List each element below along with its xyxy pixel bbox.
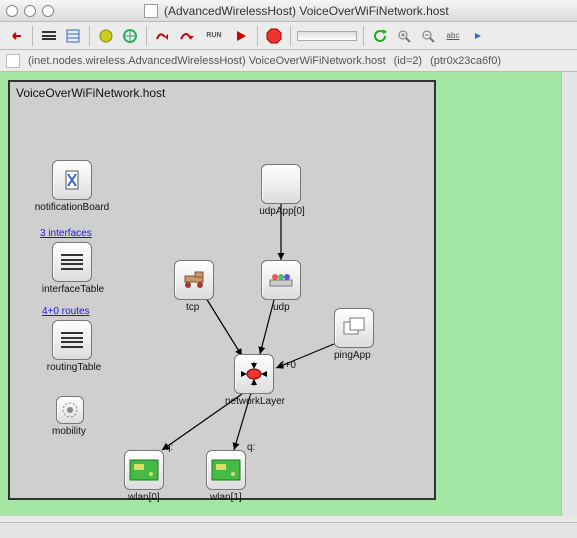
label-wlan0-q: q: xyxy=(165,442,173,453)
horizontal-scrollbar[interactable] xyxy=(0,522,577,538)
listview1-button[interactable] xyxy=(39,26,59,46)
zoom-icon[interactable] xyxy=(42,5,54,17)
module-icon xyxy=(6,54,20,68)
breadcrumb-ptr: (ptr0x23ca6f0) xyxy=(430,55,501,67)
speed-slider[interactable] xyxy=(297,31,357,41)
nav2-button[interactable] xyxy=(120,26,140,46)
run-button[interactable]: RUN xyxy=(201,26,227,46)
module-title: VoiceOverWiFiNetwork.host xyxy=(16,86,165,100)
label-tcp: tcp xyxy=(186,302,199,313)
node-routingTable[interactable] xyxy=(52,320,92,360)
node-udpApp[interactable] xyxy=(261,164,301,204)
nav1-button[interactable] xyxy=(96,26,116,46)
label-networkLayer: networkLayer xyxy=(222,396,288,407)
close-icon[interactable] xyxy=(6,5,18,17)
more-button[interactable] xyxy=(468,26,488,46)
node-interfaceTable[interactable] xyxy=(52,242,92,282)
titlebar: (AdvancedWirelessHost) VoiceOverWiFiNetw… xyxy=(0,0,577,22)
label-networkLayer-count: 4+0 xyxy=(279,360,296,371)
node-udp[interactable] xyxy=(261,260,301,300)
breadcrumb: (inet.nodes.wireless.AdvancedWirelessHos… xyxy=(0,50,577,72)
back-button[interactable] xyxy=(6,26,26,46)
abc-button[interactable]: abc xyxy=(442,26,464,46)
listview2-button[interactable] xyxy=(63,26,83,46)
node-pingApp[interactable] xyxy=(334,308,374,348)
toolbar: RUN abc xyxy=(0,22,577,50)
label-wlan1-q: q: xyxy=(247,442,255,453)
play-button[interactable] xyxy=(231,26,251,46)
link-routingTable[interactable]: 4+0 routes xyxy=(42,306,90,317)
breadcrumb-path: (inet.nodes.wireless.AdvancedWirelessHos… xyxy=(28,55,386,67)
label-routingTable: routingTable xyxy=(42,362,106,373)
label-pingApp: pingApp xyxy=(334,350,371,361)
minimize-icon[interactable] xyxy=(24,5,36,17)
traffic-lights xyxy=(6,5,54,17)
node-mobility[interactable] xyxy=(56,396,84,424)
node-networkLayer[interactable] xyxy=(234,354,274,394)
zoom-in-button[interactable] xyxy=(394,26,414,46)
label-interfaceTable: interfaceTable xyxy=(38,284,108,295)
zoom-out-button[interactable] xyxy=(418,26,438,46)
label-mobility: mobility xyxy=(52,426,86,437)
node-wlan0[interactable] xyxy=(124,450,164,490)
label-wlan0: wlan[0] xyxy=(128,492,160,503)
stepover-button[interactable] xyxy=(177,26,197,46)
node-wlan1[interactable] xyxy=(206,450,246,490)
document-icon xyxy=(144,4,158,18)
refresh-button[interactable] xyxy=(370,26,390,46)
node-tcp[interactable] xyxy=(174,260,214,300)
window-title: (AdvancedWirelessHost) VoiceOverWiFiNetw… xyxy=(164,4,449,18)
label-wlan1: wlan[1] xyxy=(210,492,242,503)
breadcrumb-id: (id=2) xyxy=(394,55,422,67)
label-udpApp: udpApp[0] xyxy=(257,206,307,217)
node-notificationBoard[interactable] xyxy=(52,160,92,200)
compound-module[interactable]: VoiceOverWiFiNetwork.host notificationBo… xyxy=(8,80,436,500)
stepback-button[interactable] xyxy=(153,26,173,46)
vertical-scrollbar[interactable] xyxy=(561,72,577,516)
canvas[interactable]: VoiceOverWiFiNetwork.host notificationBo… xyxy=(0,72,577,516)
stop-button[interactable] xyxy=(264,26,284,46)
label-udp: udp xyxy=(273,302,290,313)
label-notificationBoard: notificationBoard xyxy=(32,202,112,213)
link-interfaceTable[interactable]: 3 interfaces xyxy=(40,228,92,239)
